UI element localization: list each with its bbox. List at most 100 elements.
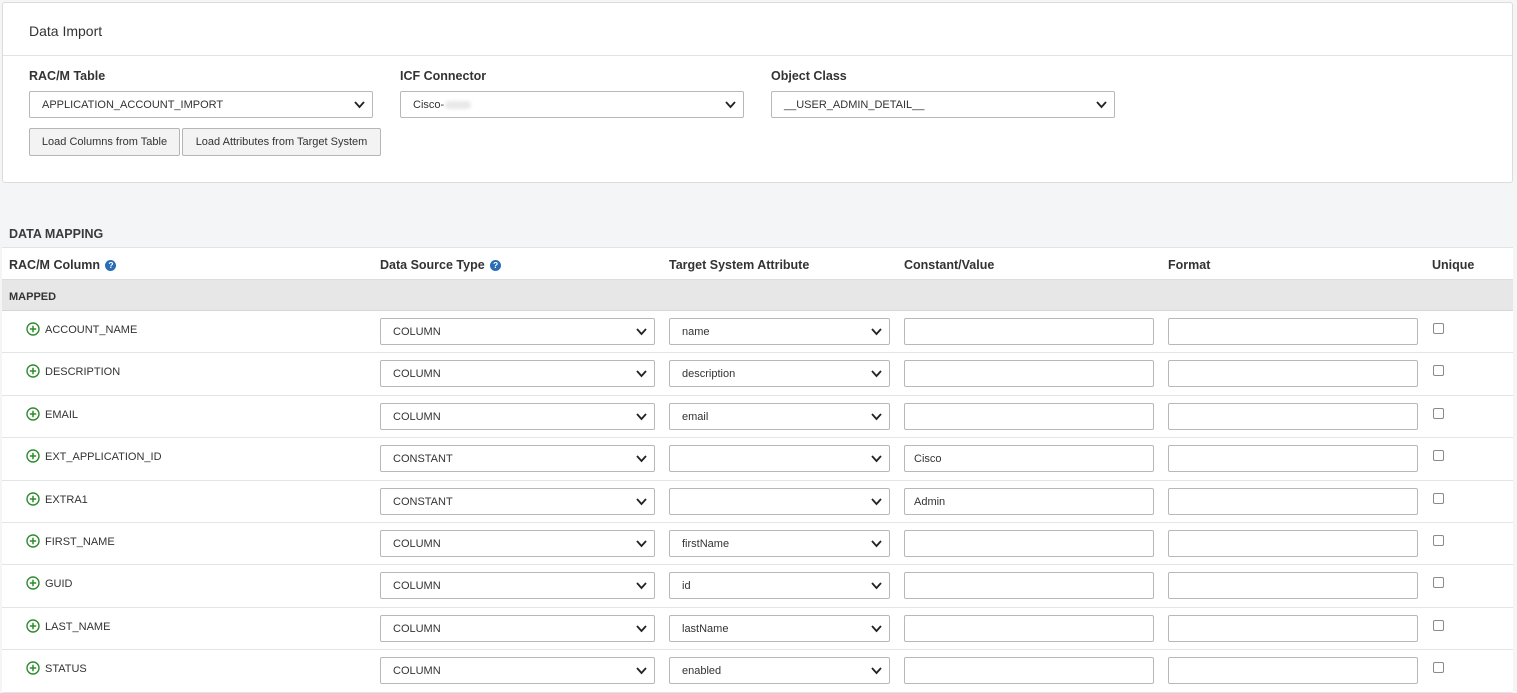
target-attribute-select[interactable]: description xyxy=(669,360,890,388)
chevron-down-icon xyxy=(871,667,882,675)
header-target-attr: Target System Attribute xyxy=(669,258,810,272)
target-attribute-select[interactable]: firstName xyxy=(669,529,890,557)
constant-value-input[interactable] xyxy=(904,657,1154,685)
plus-circle-icon[interactable] xyxy=(26,619,40,633)
target-attribute-select[interactable]: email xyxy=(669,402,890,430)
chevron-down-icon xyxy=(636,540,647,548)
load-attributes-button[interactable]: Load Attributes from Target System xyxy=(182,128,381,156)
format-input[interactable] xyxy=(1168,657,1418,685)
chevron-down-icon xyxy=(636,497,647,505)
plus-circle-icon[interactable] xyxy=(26,449,40,463)
plus-circle-icon[interactable] xyxy=(26,576,40,591)
object-class-field: Object Class __USER_ADMIN_DETAIL__ xyxy=(771,69,1115,118)
column-name: FIRST_NAME xyxy=(45,535,115,548)
column-name: STATUS xyxy=(45,663,87,676)
chevron-down-icon xyxy=(871,370,882,378)
header-format: Format xyxy=(1168,258,1211,272)
data-source-type-select[interactable]: COLUMN xyxy=(380,614,655,642)
chevron-down-icon xyxy=(871,413,882,421)
unique-checkbox[interactable] xyxy=(1433,492,1444,504)
table-row: EXTRA1 CONSTANT Admin xyxy=(2,481,1513,523)
format-input[interactable] xyxy=(1168,529,1418,557)
load-columns-button[interactable]: Load Columns from Table xyxy=(29,128,180,156)
plus-circle-icon[interactable] xyxy=(26,364,40,379)
help-icon[interactable]: ? xyxy=(490,260,502,271)
unique-checkbox[interactable] xyxy=(1433,619,1444,631)
data-source-type-select[interactable]: COLUMN xyxy=(380,402,655,430)
object-class-select[interactable]: __USER_ADMIN_DETAIL__ xyxy=(771,91,1115,118)
data-source-type-select[interactable]: CONSTANT xyxy=(380,445,655,473)
data-source-type-select[interactable]: COLUMN xyxy=(380,360,655,388)
unique-checkbox[interactable] xyxy=(1433,662,1444,674)
column-name: LAST_NAME xyxy=(45,620,111,633)
chevron-down-icon xyxy=(871,328,882,336)
data-source-type-select[interactable]: COLUMN xyxy=(380,318,655,345)
format-input[interactable] xyxy=(1168,445,1418,473)
rac-table-label: RAC/M Table xyxy=(29,69,106,83)
chevron-down-icon xyxy=(636,413,647,421)
column-name: EXT_APPLICATION_ID xyxy=(45,451,162,464)
header-unique: Unique xyxy=(1432,258,1475,272)
format-input[interactable] xyxy=(1168,318,1418,345)
unique-checkbox[interactable] xyxy=(1433,577,1444,589)
chevron-down-icon xyxy=(1096,101,1107,109)
chevron-down-icon xyxy=(871,455,882,463)
unique-checkbox[interactable] xyxy=(1433,534,1444,546)
help-icon[interactable]: ? xyxy=(105,260,117,271)
unique-checkbox[interactable] xyxy=(1433,450,1444,462)
chevron-down-icon xyxy=(871,582,882,590)
target-attribute-select[interactable] xyxy=(669,487,890,515)
constant-value-input[interactable] xyxy=(904,614,1154,642)
data-mapping-table: RAC/M Column ? Data Source Type ? Target… xyxy=(2,247,1513,693)
plus-circle-icon[interactable] xyxy=(26,491,40,506)
panel-header: Data Import xyxy=(3,3,1512,56)
plus-circle-icon[interactable] xyxy=(26,407,40,421)
data-source-type-select[interactable]: COLUMN xyxy=(380,572,655,600)
target-attribute-select[interactable]: lastName xyxy=(669,614,890,642)
unique-checkbox[interactable] xyxy=(1433,407,1444,419)
object-class-label: Object Class xyxy=(771,69,847,83)
target-attribute-select[interactable]: name xyxy=(669,318,890,345)
rac-table-field: RAC/M Table APPLICATION_ACCOUNT_IMPORT xyxy=(29,69,373,118)
target-attribute-select[interactable]: enabled xyxy=(669,657,890,685)
format-input[interactable] xyxy=(1168,572,1418,600)
constant-value-input[interactable]: Cisco xyxy=(904,445,1154,473)
format-input[interactable] xyxy=(1168,402,1418,430)
target-attribute-select[interactable] xyxy=(669,445,890,473)
icf-connector-select[interactable]: Cisco- xyxy=(400,91,744,118)
data-mapping-title: DATA MAPPING xyxy=(9,227,104,241)
header-column: RAC/M Column ? xyxy=(9,258,117,272)
format-input[interactable] xyxy=(1168,360,1418,388)
data-source-type-select[interactable]: COLUMN xyxy=(380,657,655,685)
constant-value-input[interactable] xyxy=(904,529,1154,557)
constant-value-input[interactable] xyxy=(904,318,1154,345)
table-row: EMAIL COLUMN email xyxy=(2,396,1513,439)
header-source-type: Data Source Type ? xyxy=(380,258,502,272)
format-input[interactable] xyxy=(1168,487,1418,515)
column-name: ACCOUNT_NAME xyxy=(45,324,138,336)
chevron-down-icon xyxy=(636,582,647,590)
unique-checkbox[interactable] xyxy=(1433,323,1444,334)
table-row: ACCOUNT_NAME COLUMN name xyxy=(2,311,1513,354)
group-label: MAPPED xyxy=(9,291,57,303)
column-name: GUID xyxy=(45,578,73,591)
constant-value-input[interactable] xyxy=(904,402,1154,430)
data-source-type-select[interactable]: COLUMN xyxy=(380,529,655,557)
table-row: STATUS COLUMN enabled xyxy=(2,650,1513,693)
chevron-down-icon xyxy=(636,625,647,633)
table-header: RAC/M Column ? Data Source Type ? Target… xyxy=(2,248,1513,280)
constant-value-input[interactable] xyxy=(904,360,1154,388)
icf-connector-field: ICF Connector Cisco- xyxy=(400,69,744,118)
rac-table-select[interactable]: APPLICATION_ACCOUNT_IMPORT xyxy=(29,91,373,118)
chevron-down-icon xyxy=(871,497,882,505)
target-attribute-select[interactable]: id xyxy=(669,572,890,600)
constant-value-input[interactable]: Admin xyxy=(904,487,1154,515)
plus-circle-icon[interactable] xyxy=(26,322,40,336)
constant-value-input[interactable] xyxy=(904,572,1154,600)
format-input[interactable] xyxy=(1168,614,1418,642)
unique-checkbox[interactable] xyxy=(1433,365,1444,377)
plus-circle-icon[interactable] xyxy=(26,661,40,675)
table-row: FIRST_NAME COLUMN firstName xyxy=(2,523,1513,566)
data-source-type-select[interactable]: CONSTANT xyxy=(380,487,655,515)
plus-circle-icon[interactable] xyxy=(26,534,40,548)
